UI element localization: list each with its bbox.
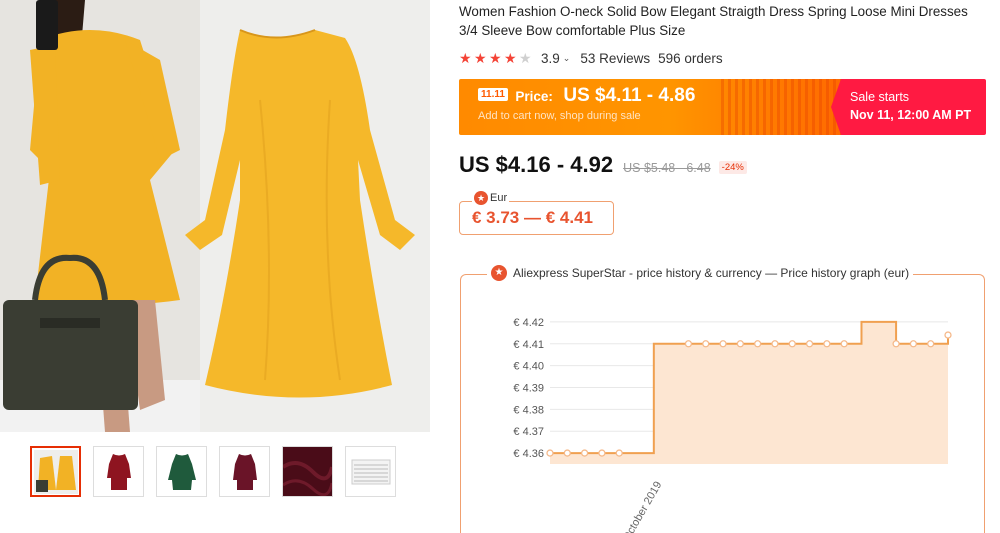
promo-price-panel: 11.11 Price: US $4.11 - 4.86 Add to cart… — [459, 79, 841, 135]
currency-label: ★ Eur — [472, 191, 510, 205]
currency-value: € 3.73 — € 4.41 — [472, 208, 593, 227]
promo-subtext: Add to cart now, shop during sale — [478, 110, 641, 122]
sale-badge: 11.11 — [478, 88, 508, 102]
price-point — [598, 449, 606, 457]
promo-price: US $4.11 - 4.86 — [563, 85, 696, 106]
price-point — [546, 449, 554, 457]
y-tick-label: € 4.41 — [513, 339, 544, 351]
price-point — [771, 340, 779, 348]
price-point — [823, 340, 831, 348]
price-point — [580, 449, 589, 457]
superstar-coin-icon: ★ — [474, 191, 488, 205]
thumbnail-strip — [30, 446, 396, 497]
sale-promo-banner: 11.11 Price: US $4.11 - 4.86 Add to cart… — [459, 79, 986, 135]
star-icon: ★ — [504, 50, 517, 66]
y-tick-label: € 4.42 — [513, 317, 544, 329]
sale-start-panel: Sale starts Nov 11, 12:00 AM PT — [831, 79, 986, 135]
y-tick-label: € 4.40 — [513, 361, 544, 373]
thumbnail-green[interactable] — [156, 446, 207, 497]
chevron-down-icon[interactable]: ⌄ — [563, 53, 571, 64]
price-point — [684, 340, 693, 348]
star-icon: ★ — [489, 50, 502, 66]
star-icon: ★ — [459, 50, 472, 66]
thumbnail-fabric[interactable] — [282, 446, 333, 497]
y-tick-label: € 4.39 — [513, 383, 544, 395]
product-gallery — [0, 0, 432, 533]
product-info: Women Fashion O-neck Solid Bow Elegant S… — [459, 0, 989, 235]
currency-label-text: Eur — [490, 192, 508, 204]
price-point — [788, 340, 796, 348]
price-history-chart[interactable]: € 4.36 € 4.37 € 4.38 € 4.39 € 4.40 € 4.41 € 4.… — [461, 275, 984, 533]
current-price: US $4.16 - 4.92 — [459, 152, 614, 177]
discount-badge: -24% — [718, 161, 747, 174]
thumbnail-yellow[interactable] — [30, 446, 81, 497]
price-point — [892, 340, 900, 348]
rating-value[interactable]: 3.9 — [541, 51, 560, 66]
reviews-link[interactable]: 53 Reviews — [580, 51, 650, 66]
rating-row: ★ ★ ★ ★ ★ 3.9 ⌄ 53 Reviews 596 orders — [459, 49, 989, 67]
price-point — [927, 340, 935, 348]
sale-starts-date: Nov 11, 12:00 AM PT — [850, 108, 972, 122]
star-empty-icon: ★ — [519, 50, 532, 66]
price-point — [615, 449, 623, 457]
rating-stars[interactable]: ★ ★ ★ ★ ★ — [459, 51, 533, 65]
y-tick-label: € 4.36 — [513, 448, 544, 460]
thumbnail-wine[interactable] — [219, 446, 270, 497]
currency-converter-box[interactable]: ★ Eur € 3.73 — € 4.41 — [459, 191, 614, 235]
y-tick-label: € 4.38 — [513, 404, 544, 416]
thumbnail-burgundy[interactable] — [93, 446, 144, 497]
original-price: US $5.48 - 6.48 — [623, 161, 711, 175]
price-point — [944, 331, 952, 339]
price-point — [736, 340, 744, 348]
star-icon: ★ — [474, 50, 487, 66]
promo-price-label: Price: — [515, 89, 553, 104]
price-point — [909, 340, 918, 348]
sale-starts-label: Sale starts — [850, 90, 910, 104]
price-point — [840, 340, 848, 348]
product-title: Women Fashion O-neck Solid Bow Elegant S… — [459, 4, 968, 38]
price-point — [719, 340, 727, 348]
y-tick-label: € 4.37 — [513, 426, 544, 438]
price-history-panel: ★ Aliexpress SuperStar - price history &… — [460, 265, 985, 533]
x-tick-label: October 2019 — [621, 480, 665, 533]
price-point — [754, 340, 762, 348]
price-point — [563, 449, 571, 457]
main-product-image[interactable] — [0, 0, 430, 432]
orders-count: 596 orders — [658, 50, 723, 66]
thumbnail-size-chart[interactable] — [345, 446, 396, 497]
price-row: US $4.16 - 4.92 US $5.48 - 6.48 -24% — [459, 152, 989, 178]
price-point — [702, 340, 710, 348]
price-point — [805, 340, 814, 348]
